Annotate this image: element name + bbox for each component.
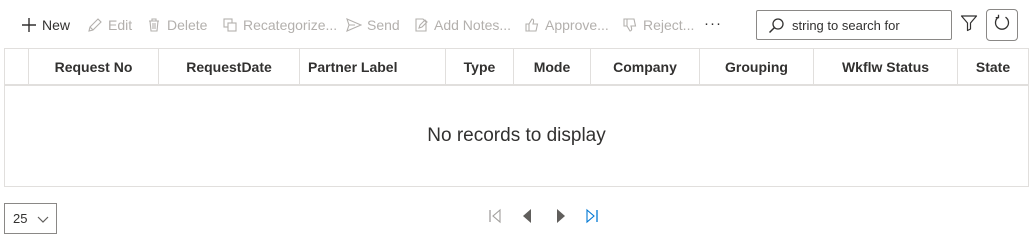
last-page-icon bbox=[584, 208, 600, 229]
previous-page-button[interactable] bbox=[517, 208, 537, 228]
grid-header: Request No RequestDate Partner Label Typ… bbox=[5, 49, 1028, 86]
column-header-mode[interactable]: Mode bbox=[514, 49, 591, 84]
reject-button[interactable]: Reject... bbox=[621, 13, 694, 37]
send-icon bbox=[345, 16, 363, 34]
note-icon bbox=[412, 16, 430, 34]
send-label: Send bbox=[367, 17, 400, 33]
approve-label: Approve... bbox=[545, 17, 609, 33]
new-button[interactable]: New bbox=[20, 13, 70, 37]
column-header-type[interactable]: Type bbox=[446, 49, 514, 84]
more-button[interactable]: ··· bbox=[704, 11, 722, 35]
next-page-icon bbox=[553, 208, 569, 229]
trash-icon bbox=[145, 16, 163, 34]
page-size-select[interactable]: 25 bbox=[4, 203, 57, 234]
search-box[interactable] bbox=[756, 10, 952, 40]
new-label: New bbox=[42, 17, 71, 33]
column-header-grouping[interactable]: Grouping bbox=[700, 49, 814, 84]
column-header-partner-label[interactable]: Partner Label bbox=[300, 49, 446, 84]
column-header-request-no[interactable]: Request No bbox=[29, 49, 159, 84]
column-header-company[interactable]: Company bbox=[591, 49, 700, 84]
records-grid: Request No RequestDate Partner Label Typ… bbox=[4, 48, 1029, 187]
next-page-button[interactable] bbox=[551, 208, 571, 228]
filter-icon bbox=[960, 14, 978, 37]
empty-message: No records to display bbox=[427, 125, 606, 146]
add-notes-button[interactable]: Add Notes... bbox=[412, 13, 511, 37]
delete-button[interactable]: Delete bbox=[145, 13, 207, 37]
reject-label: Reject... bbox=[643, 17, 695, 33]
recategorize-icon bbox=[221, 16, 239, 34]
refresh-button[interactable] bbox=[986, 9, 1018, 41]
last-page-button[interactable] bbox=[582, 208, 602, 228]
column-header-state[interactable]: State bbox=[958, 49, 1028, 84]
approve-button[interactable]: Approve... bbox=[523, 13, 609, 37]
page-size-value: 25 bbox=[13, 211, 28, 226]
first-page-icon bbox=[487, 208, 503, 229]
edit-button[interactable]: Edit bbox=[86, 13, 132, 37]
search-input[interactable] bbox=[792, 17, 942, 33]
recategorize-label: Recategorize... bbox=[243, 17, 338, 33]
refresh-icon bbox=[993, 14, 1011, 37]
add-notes-label: Add Notes... bbox=[434, 17, 512, 33]
send-button[interactable]: Send bbox=[345, 13, 400, 37]
grid-body: No records to display bbox=[5, 86, 1028, 186]
column-header-wkflw-status[interactable]: Wkflw Status bbox=[814, 49, 958, 84]
thumbs-down-icon bbox=[621, 16, 639, 34]
more-label: ··· bbox=[704, 14, 722, 32]
delete-label: Delete bbox=[167, 17, 208, 33]
recategorize-button[interactable]: Recategorize... bbox=[221, 13, 337, 37]
pencil-icon bbox=[86, 16, 104, 34]
search-icon bbox=[767, 16, 785, 34]
first-page-button[interactable] bbox=[485, 208, 505, 228]
thumbs-up-icon bbox=[523, 16, 541, 34]
chevron-down-icon bbox=[36, 212, 50, 229]
command-bar: New Edit Delete Recategorize... Send Add… bbox=[0, 0, 1030, 48]
column-header-request-date[interactable]: RequestDate bbox=[159, 49, 300, 84]
select-column-header[interactable] bbox=[5, 49, 29, 84]
plus-icon bbox=[20, 16, 38, 34]
edit-label: Edit bbox=[108, 17, 133, 33]
filter-button[interactable] bbox=[958, 14, 980, 36]
previous-page-icon bbox=[519, 208, 535, 229]
